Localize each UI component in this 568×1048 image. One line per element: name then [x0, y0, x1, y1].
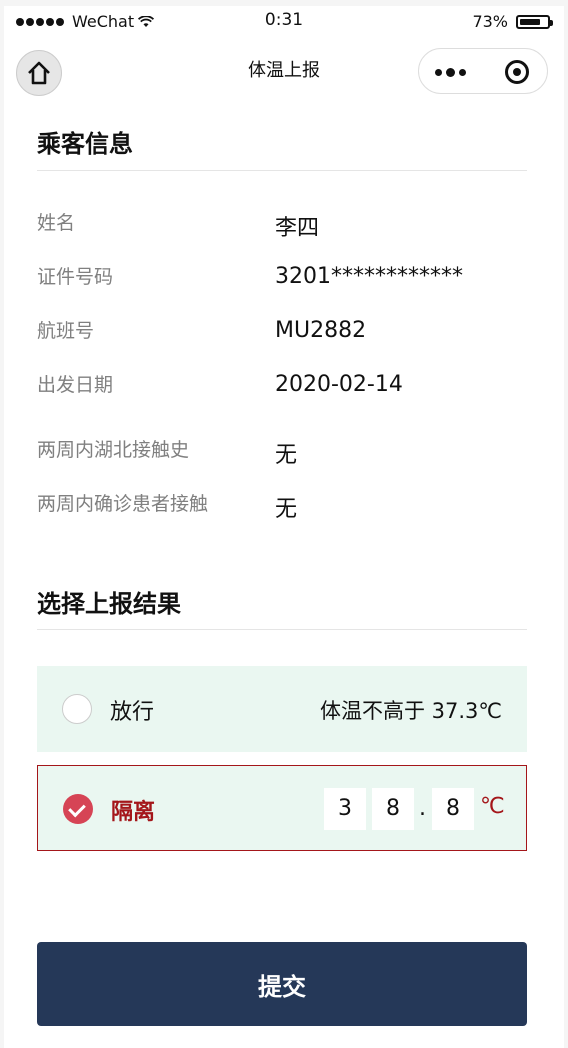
divider [37, 170, 527, 171]
info-row-flight: 航班号 MU2882 [37, 316, 527, 356]
temp-digit-3[interactable]: 8 [432, 788, 474, 830]
temp-unit: ℃ [480, 794, 505, 819]
phone-screen: WeChat 0:31 73% 体温上报 乘客信息 姓名 李四 证件号码 320… [4, 6, 564, 1048]
row-label: 证件号码 [37, 266, 114, 288]
radio-checked-icon[interactable] [63, 794, 93, 824]
temp-digit-2[interactable]: 8 [372, 788, 414, 830]
option-quarantine[interactable]: 隔离 3 8 . 8 ℃ [37, 765, 527, 851]
status-bar: WeChat 0:31 73% [4, 6, 564, 36]
row-value: 无 [275, 497, 298, 522]
close-miniprogram-icon[interactable] [505, 60, 529, 84]
row-label: 姓名 [37, 212, 76, 234]
row-label: 两周内湖北接触史 [37, 439, 190, 461]
option-quarantine-label: 隔离 [111, 800, 156, 825]
info-row-patient-contact: 两周内确诊患者接触 无 [37, 489, 527, 529]
status-right: 73% [472, 12, 553, 31]
passenger-section-title: 乘客信息 [37, 130, 133, 158]
row-value: 2020-02-14 [275, 372, 403, 397]
row-value: MU2882 [275, 318, 367, 343]
radio-unchecked-icon[interactable] [62, 694, 92, 724]
row-value: 3201************ [275, 264, 463, 289]
info-row-name: 姓名 李四 [37, 208, 527, 248]
option-release[interactable]: 放行 体温不高于 37.3℃ [37, 666, 527, 752]
menu-capsule [418, 48, 548, 94]
row-value: 无 [275, 443, 298, 468]
battery-percent: 73% [472, 12, 508, 31]
divider [37, 629, 527, 630]
row-label: 出发日期 [37, 374, 114, 396]
info-row-date: 出发日期 2020-02-14 [37, 370, 527, 410]
info-row-id: 证件号码 3201************ [37, 262, 527, 302]
info-row-hubei-contact: 两周内湖北接触史 无 [37, 435, 527, 475]
battery-icon [516, 14, 553, 29]
row-label: 两周内确诊患者接触 [37, 493, 209, 515]
option-release-label: 放行 [110, 700, 155, 725]
row-label: 航班号 [37, 320, 95, 342]
result-section-title: 选择上报结果 [37, 590, 181, 618]
nav-bar: 体温上报 [4, 46, 564, 102]
submit-button[interactable]: 提交 [37, 942, 527, 1026]
temp-digit-1[interactable]: 3 [324, 788, 366, 830]
more-icon[interactable] [435, 68, 470, 77]
temp-decimal-point: . [419, 796, 426, 821]
row-value: 李四 [275, 216, 320, 241]
option-release-desc: 体温不高于 37.3℃ [319, 699, 502, 723]
